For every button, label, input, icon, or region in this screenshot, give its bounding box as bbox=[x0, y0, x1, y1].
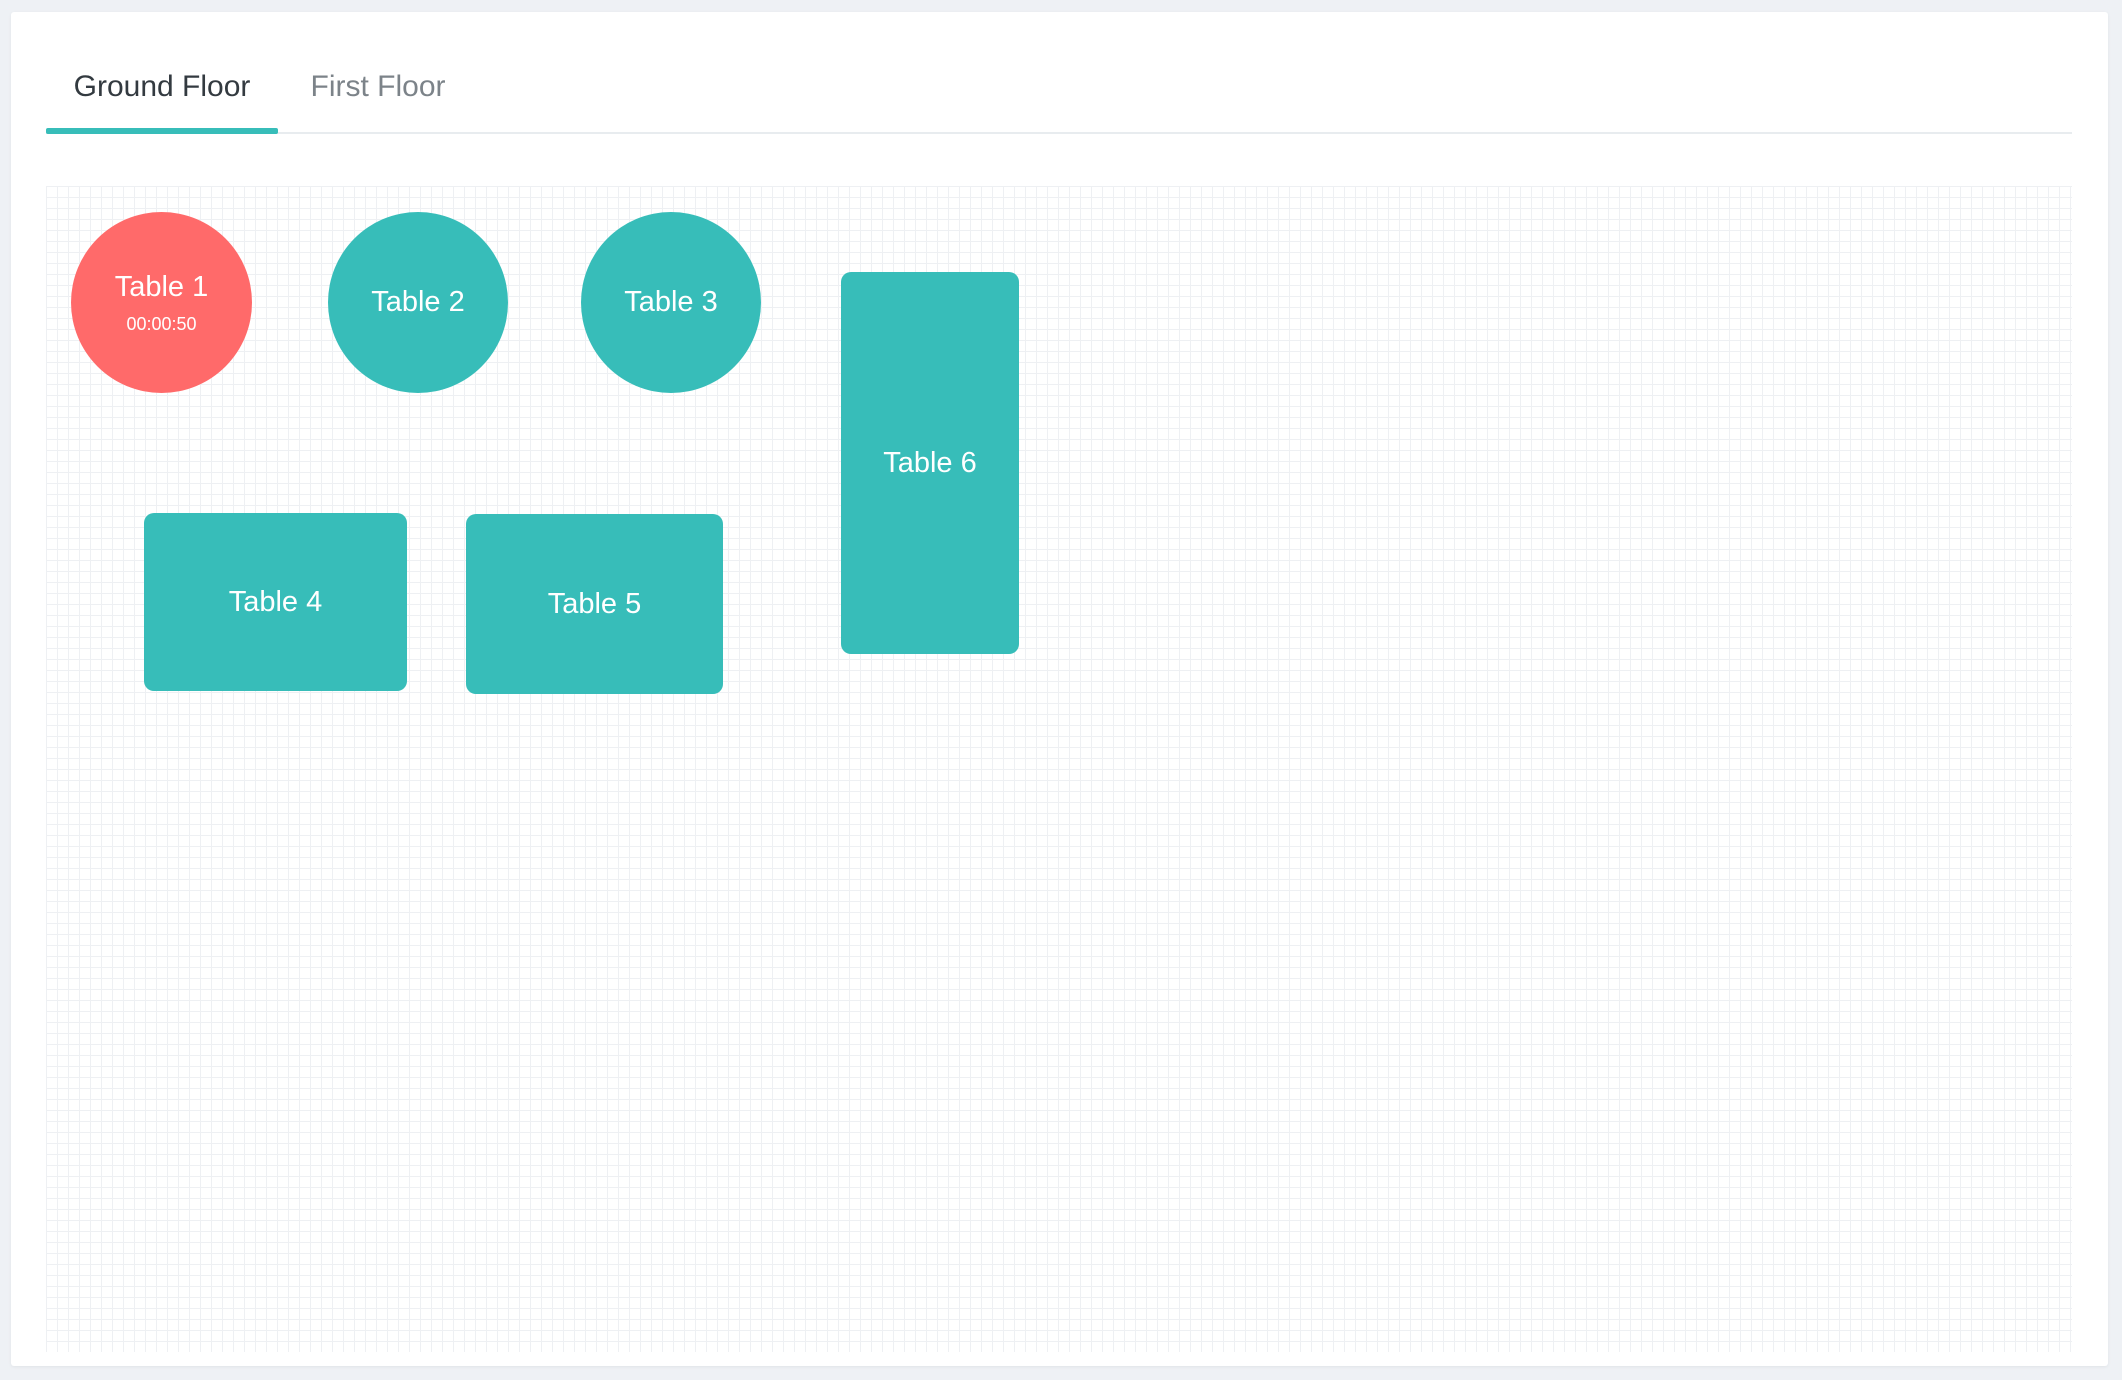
table-label: Table 4 bbox=[228, 585, 323, 618]
floor-plan-card: Ground Floor First Floor Table 1 00:00:5… bbox=[11, 12, 2108, 1366]
table-label: Table 5 bbox=[547, 587, 642, 620]
table-5[interactable]: Table 5 bbox=[466, 514, 723, 694]
table-timer: 00:00:50 bbox=[126, 313, 197, 334]
table-label: Table 2 bbox=[371, 286, 465, 318]
table-label: Table 1 bbox=[114, 270, 209, 303]
table-4[interactable]: Table 4 bbox=[144, 513, 407, 691]
table-label: Table 6 bbox=[883, 446, 977, 479]
table-2[interactable]: Table 2 bbox=[328, 212, 508, 393]
floor-grid-canvas: Table 1 00:00:50 Table 2 Table 3 Table 6… bbox=[46, 186, 2072, 1352]
floor-tabs: Ground Floor First Floor bbox=[46, 12, 2072, 134]
tab-ground-floor[interactable]: Ground Floor bbox=[46, 12, 278, 132]
active-tab-indicator bbox=[46, 128, 278, 134]
table-1[interactable]: Table 1 00:00:50 bbox=[71, 212, 252, 393]
table-label: Table 3 bbox=[624, 286, 718, 318]
table-3[interactable]: Table 3 bbox=[581, 212, 761, 393]
table-6[interactable]: Table 6 bbox=[841, 272, 1019, 654]
tab-first-floor[interactable]: First Floor bbox=[298, 12, 458, 132]
